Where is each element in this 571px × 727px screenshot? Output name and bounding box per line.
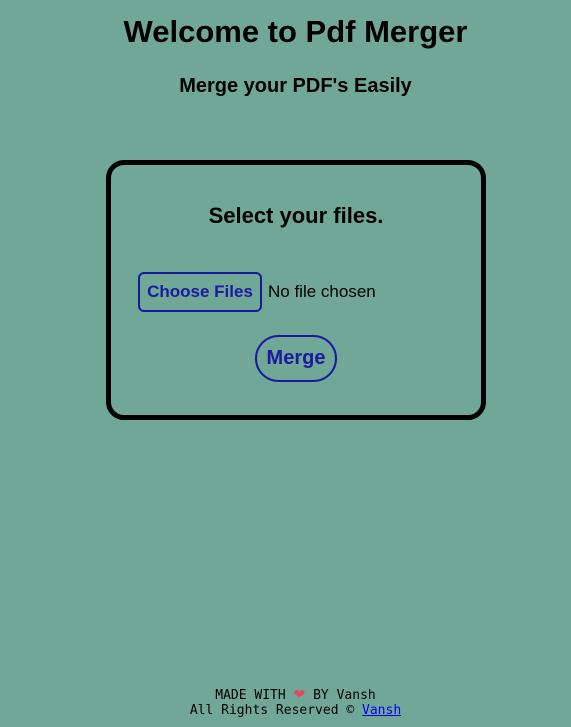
- heart-icon: ❤: [293, 687, 306, 703]
- merge-button[interactable]: Merge: [255, 335, 337, 382]
- upload-card: Select your files. Choose Files No file …: [106, 160, 486, 420]
- footer-author-link[interactable]: Vansh: [362, 703, 401, 718]
- footer-rights-text: All Rights Reserved ©: [189, 703, 355, 718]
- footer: MADE WITH ❤ BY Vansh All Rights Reserved…: [0, 687, 571, 719]
- page-subtitle: Merge your PDF's Easily: [179, 75, 412, 97]
- file-input[interactable]: Choose Files No file chosen: [138, 272, 376, 312]
- page: Welcome to Pdf Merger Merge your PDF's E…: [0, 0, 571, 727]
- footer-made-with-text: MADE WITH: [215, 688, 286, 703]
- page-title: Welcome to Pdf Merger: [123, 14, 468, 49]
- card-heading: Select your files.: [208, 203, 384, 228]
- file-status-text: No file chosen: [268, 282, 376, 301]
- footer-made-with-line: MADE WITH ❤ BY Vansh: [0, 687, 571, 704]
- footer-rights-line: All Rights Reserved © Vansh: [0, 703, 571, 718]
- footer-by-text: BY Vansh: [313, 688, 376, 703]
- choose-files-button[interactable]: Choose Files: [138, 272, 262, 312]
